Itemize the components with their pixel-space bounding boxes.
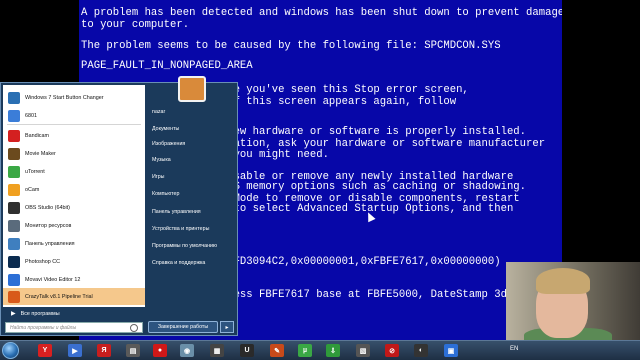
start-menu-item[interactable]: Movie Maker	[3, 145, 145, 162]
webcam-app-icon[interactable]: ◉	[180, 344, 194, 357]
bsod-line: PAGE_FAULT_IN_NONPAGED_AREA	[81, 60, 253, 72]
start-button[interactable]	[2, 342, 19, 359]
yandex-browser-icon[interactable]: Y	[38, 344, 52, 357]
shutdown-button[interactable]: Завершение работы	[148, 321, 218, 333]
start-menu-item[interactable]: Movavi Video Editor 12	[3, 271, 145, 288]
language-indicator[interactable]: EN	[510, 346, 518, 352]
start-menu-item[interactable]: Photoshop CC	[3, 253, 145, 270]
start-menu-item-label: oCam	[25, 186, 40, 193]
paint-icon[interactable]: ✎	[270, 344, 284, 357]
media-icon[interactable]: ▧	[356, 344, 370, 357]
bsod-line: to your computer.	[81, 19, 190, 31]
obs-icon	[8, 201, 20, 214]
control-panel-icon	[8, 237, 20, 250]
download-icon[interactable]: ⇩	[326, 344, 340, 357]
start-menu-item-label: 6801	[25, 112, 37, 119]
bsod-line: The problem seems to be caused by the fo…	[81, 40, 501, 52]
start-menu: Windows 7 Start Button Changer 6801 Bandic…	[0, 76, 238, 336]
start-menu-item-label: Bandicam	[25, 132, 49, 139]
start-menu-item-label: OBS Studio (64bit)	[25, 204, 70, 211]
start-menu-item[interactable]: Windows 7 Start Button Changer	[3, 89, 145, 106]
user-avatar[interactable]	[178, 76, 206, 102]
all-programs-label: Все программы	[20, 310, 60, 317]
record-icon[interactable]: ●	[153, 344, 167, 357]
stop-icon[interactable]: ⊘	[385, 344, 399, 357]
start-menu-item-label: CrazyTalk v8.1 Pipeline Trial	[25, 293, 93, 300]
start-menu-place-3[interactable]: Музыка	[152, 157, 171, 163]
start-menu-separator	[7, 124, 141, 125]
start-menu-item[interactable]: Монитор ресурсов	[3, 217, 145, 234]
start-menu-item-label: Монитор ресурсов	[25, 222, 72, 229]
webcam-person-hair	[536, 268, 590, 294]
clapper-icon[interactable]: ▦	[210, 344, 224, 357]
photoshop-icon	[8, 255, 20, 268]
start-menu-place-7[interactable]: Устройства и принтеры	[152, 226, 209, 232]
movie-maker-icon	[8, 147, 20, 160]
arrow-right-icon: ▶	[11, 311, 16, 317]
movavi-taskbar-icon[interactable]: ▣	[444, 344, 458, 357]
start-menu-item[interactable]: OBS Studio (64bit)	[3, 199, 145, 216]
start-menu-item-label: uTorrent	[25, 168, 45, 175]
shutdown-options-button[interactable]: ▸	[220, 321, 234, 333]
start-menu-item[interactable]: Панель управления	[3, 235, 145, 252]
start-menu-place-0[interactable]: nazar	[152, 109, 165, 115]
start-menu-item-label: Windows 7 Start Button Changer	[25, 94, 104, 101]
search-placeholder: Найти программы и файлы	[10, 324, 77, 331]
shutdown-label: Завершение работы	[157, 324, 209, 330]
start-menu-place-4[interactable]: Игры	[152, 174, 165, 180]
resource-monitor-icon	[8, 219, 20, 232]
obs-taskbar-icon[interactable]: ◐	[414, 344, 428, 357]
bsod-line: A problem has been detected and windows …	[81, 7, 562, 19]
start-menu-place-2[interactable]: Изображения	[152, 141, 185, 147]
windows-start-icon	[8, 91, 20, 104]
app-ug-icon[interactable]: U	[240, 344, 254, 357]
start-menu-place-6[interactable]: Панель управления	[152, 209, 201, 215]
start-menu-programs: Windows 7 Start Button Changer 6801 Bandic…	[3, 85, 145, 307]
ocam-icon	[8, 183, 20, 196]
webcam-overlay	[506, 262, 640, 346]
start-menu-place-8[interactable]: Программы по умолчанию	[152, 243, 217, 249]
all-programs-button[interactable]: ▶ Все программы	[3, 307, 145, 320]
chevron-right-icon: ▸	[225, 324, 229, 331]
start-search-input[interactable]: Найти программы и файлы	[5, 322, 143, 333]
start-menu-item-label: Панель управления	[25, 240, 75, 247]
video-editor-icon[interactable]: ▶	[68, 344, 82, 357]
start-menu-item[interactable]: uTorrent	[3, 163, 145, 180]
start-menu-places: nazar Документы Изображения Музыка Игры Компь…	[148, 76, 236, 335]
start-menu-item-label: Movavi Video Editor 12	[25, 276, 81, 283]
start-menu-item[interactable]: 6801	[3, 107, 145, 124]
start-menu-item[interactable]: Bandicam	[3, 127, 145, 144]
crazytalk-icon	[8, 290, 20, 303]
search-icon	[130, 323, 138, 332]
start-menu-item-label: Movie Maker	[25, 150, 56, 157]
taskbar: EN Y ▶ Я ▤ ● ◉ ▦ U ✎ µ ⇩ ▧ ⊘ ◐ ▣	[0, 340, 640, 360]
movavi-icon	[8, 273, 20, 286]
bandicam-icon	[8, 129, 20, 142]
start-menu-place-5[interactable]: Компьютер	[152, 191, 179, 197]
utorrent-icon	[8, 165, 20, 178]
yandex-icon[interactable]: Я	[97, 344, 111, 357]
start-menu-place-9[interactable]: Справка и поддержка	[152, 260, 205, 266]
start-menu-item[interactable]: oCam	[3, 181, 145, 198]
start-menu-item[interactable]: CrazyTalk v8.1 Pipeline Trial	[3, 288, 145, 305]
start-menu-place-1[interactable]: Документы	[152, 126, 179, 132]
torrent-icon[interactable]: µ	[298, 344, 312, 357]
film-icon[interactable]: ▤	[126, 344, 140, 357]
app-icon	[8, 109, 20, 122]
start-menu-item-label: Photoshop CC	[25, 258, 61, 265]
